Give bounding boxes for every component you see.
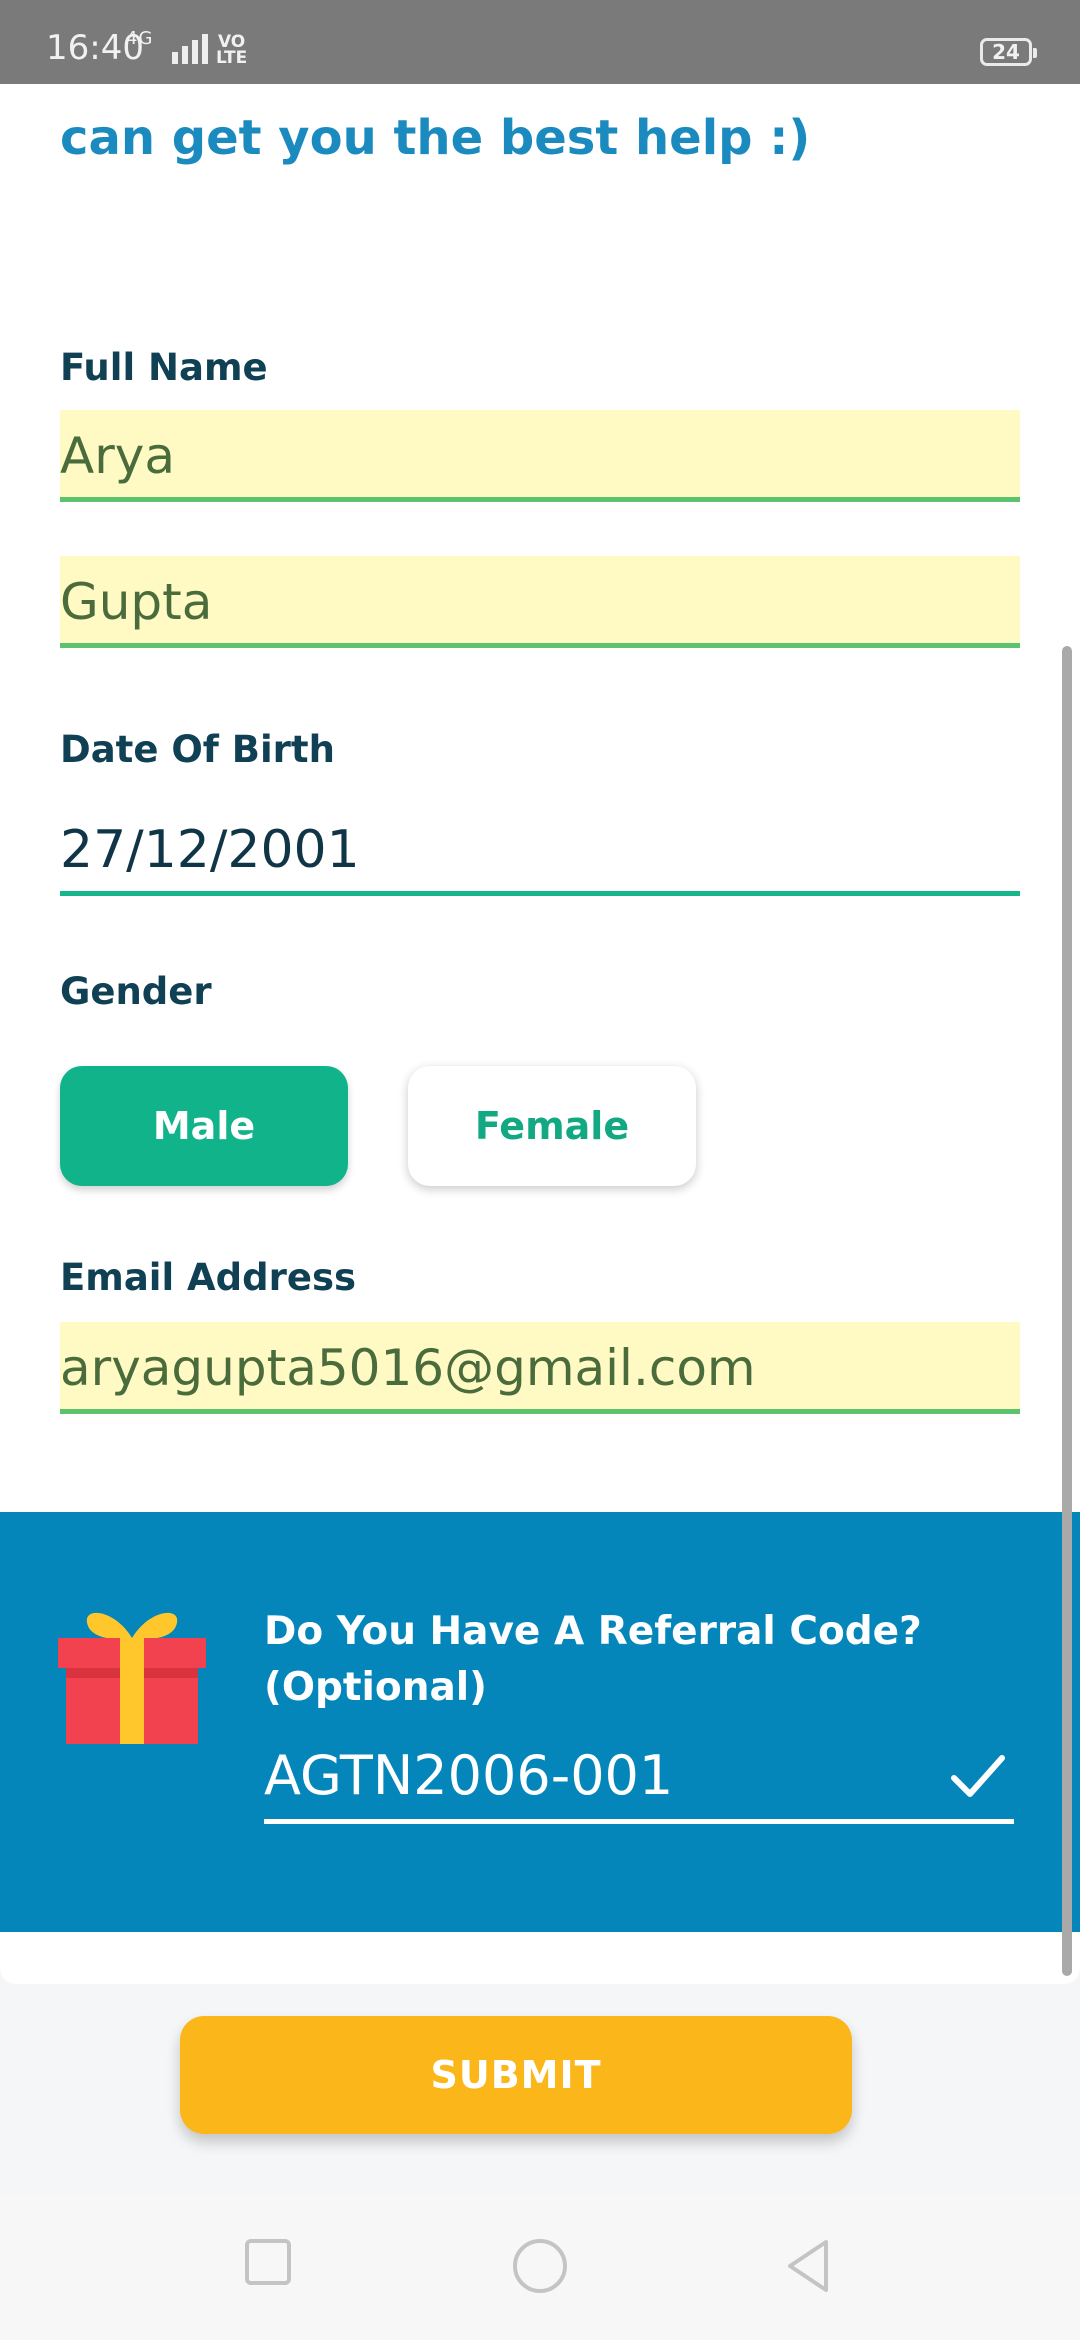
volte-text: VO LTE xyxy=(216,32,248,68)
home-icon[interactable] xyxy=(512,2238,568,2294)
gender-label: Gender xyxy=(60,970,212,1013)
referral-section: Do You Have A Referral Code? (Optional) … xyxy=(0,1512,1080,1932)
gender-female-button[interactable]: Female xyxy=(408,1066,696,1186)
referral-title: Do You Have A Referral Code? (Optional) xyxy=(264,1609,922,1710)
battery-icon: 24 xyxy=(980,38,1037,66)
check-icon[interactable] xyxy=(950,1752,1006,1800)
signal-strength-icon xyxy=(172,34,208,64)
network-type-indicator: 4G xyxy=(126,28,154,49)
recent-apps-icon[interactable] xyxy=(244,2238,292,2286)
gender-male-button[interactable]: Male xyxy=(60,1066,348,1186)
volte-indicator: VO LTE xyxy=(216,32,248,68)
intro-text: can get you the best help :) xyxy=(60,110,811,166)
referral-code-input[interactable]: AGTN2006-001 xyxy=(264,1734,1014,1824)
signup-form-card: can get you the best help :) Full Name A… xyxy=(0,84,1080,1984)
full-name-label: Full Name xyxy=(60,346,268,389)
scrollbar[interactable] xyxy=(1062,646,1072,1976)
submit-button[interactable]: SUBMIT xyxy=(180,2016,852,2134)
email-input[interactable]: aryagupta5016@gmail.com xyxy=(60,1322,1020,1414)
gift-icon xyxy=(58,1612,206,1744)
navigation-bar xyxy=(0,2194,1080,2340)
dob-label: Date Of Birth xyxy=(60,728,335,771)
first-name-input[interactable]: Arya xyxy=(60,410,1020,502)
battery-level: 24 xyxy=(992,40,1020,64)
status-bar: 16:40 4G VO LTE 24 xyxy=(0,0,1080,84)
last-name-input[interactable]: Gupta xyxy=(60,556,1020,648)
referral-code-value: AGTN2006-001 xyxy=(264,1744,674,1807)
back-icon[interactable] xyxy=(784,2238,832,2294)
dob-input[interactable]: 27/12/2001 xyxy=(60,804,1020,896)
email-label: Email Address xyxy=(60,1256,357,1299)
